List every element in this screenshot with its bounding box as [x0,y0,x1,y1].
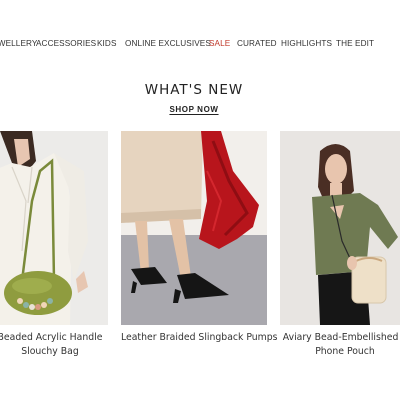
product-image-slingback-pumps [121,131,267,325]
product-name-slingback-pumps[interactable]: Leather Braided Slingback Pumps [121,331,278,345]
section-title: WHAT'S NEW [144,82,244,98]
product-image-phone-pouch [280,131,400,325]
nav-item-kids[interactable]: KIDS [97,39,117,48]
nav-item-accessories[interactable]: ACCESSORIES [36,39,96,48]
product-name-line: Leather Braided Slingback Pumps [121,332,278,343]
product-name-line: Aviary Bead-Embellished S [282,332,400,343]
nav-item-the-edit[interactable]: THE EDIT [336,39,374,48]
product-name-slouchy-bag[interactable]: Beaded Acrylic Handle Slouchy Bag [0,331,108,359]
product-card-phone-pouch[interactable] [280,131,400,325]
product-name-line: Phone Pouch [315,346,375,357]
product-card-slingback-pumps[interactable] [121,131,267,325]
top-navigation: JEWELLERY ACCESSORIES KIDS ONLINE EXCLUS… [0,0,400,62]
shop-now-link[interactable]: SHOP NOW [0,105,388,114]
product-name-line: Beaded Acrylic Handle [0,332,103,343]
product-name-line: Slouchy Bag [21,346,79,357]
nav-item-online-exclusives[interactable]: ONLINE EXCLUSIVES [125,39,211,48]
nav-item-curated[interactable]: CURATED [237,39,277,48]
nav-item-jewellery[interactable]: JEWELLERY [0,39,37,48]
product-card-slouchy-bag[interactable] [0,131,108,325]
nav-item-highlights[interactable]: HIGHLIGHTS [281,39,332,48]
product-name-phone-pouch[interactable]: Aviary Bead-Embellished S Phone Pouch [280,331,400,359]
nav-item-sale[interactable]: SALE [209,39,230,48]
product-image-slouchy-bag [0,131,108,325]
